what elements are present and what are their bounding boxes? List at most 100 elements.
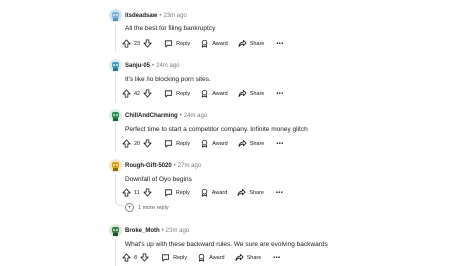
avatar[interactable] [109,159,122,172]
more-options-icon[interactable]: ••• [276,91,283,97]
avatar[interactable] [109,109,122,122]
comment-meta: Sanju-05 • 24m ago [125,62,179,70]
vote-score: 20 [134,140,141,147]
reply-button[interactable]: Reply [164,39,190,48]
share-icon [238,39,247,48]
comment-meta: Broke_Moth • 23m ago [125,227,189,235]
separator-dot: • [179,113,182,119]
avatar[interactable] [109,9,122,22]
award-button[interactable]: Award [200,139,228,148]
award-label: Award [209,254,225,261]
avatar[interactable] [109,224,122,237]
reply-label: Reply [176,40,191,47]
thread-line[interactable] [115,24,116,52]
reply-icon [165,140,173,148]
award-button[interactable]: Award [197,253,225,262]
share-button[interactable]: Share [238,139,264,148]
award-icon [201,139,208,148]
comment-meta: itsdeadsaw • 23m ago [125,12,187,20]
share-button[interactable]: Share [235,253,262,262]
award-icon [198,253,205,262]
share-button[interactable]: Share [238,89,265,98]
share-icon [238,139,247,148]
thread-branch [115,197,124,206]
downvote-icon[interactable] [140,253,149,262]
avatar[interactable] [109,59,122,72]
downvote-icon[interactable] [143,188,152,197]
award-label: Award [212,90,228,97]
award-label: Award [211,189,228,196]
more-options-icon[interactable]: ••• [276,41,283,47]
username[interactable]: ChillAndCharming [125,113,178,119]
more-options-icon[interactable]: ••• [273,255,280,261]
reply-icon [165,40,173,48]
thread-line[interactable] [115,124,116,152]
username[interactable]: Rough-Gift-5020 [125,163,172,169]
vote-score: 11 [134,189,140,196]
award-label: Award [212,140,228,147]
more-options-icon[interactable]: ••• [276,141,283,147]
comment-body: Perfect time to start a competitor compa… [125,126,308,133]
award-icon [201,89,208,98]
thread-line[interactable] [115,74,116,102]
award-icon [201,39,208,48]
snoo-avatar-icon [109,109,122,122]
username[interactable]: Sanju-05 [125,63,150,69]
upvote-icon[interactable] [122,139,131,148]
share-icon [237,188,246,197]
award-label: Award [212,40,228,47]
thread-line[interactable] [115,174,116,198]
share-label: Share [246,254,262,261]
timestamp[interactable]: 24m ago [156,63,179,69]
award-button[interactable]: Award [200,188,228,197]
vote-group: 23 [122,39,154,48]
comment-body: All the best for filing bankruptcy [125,25,216,32]
comment-meta: ChillAndCharming • 24m ago [125,112,207,120]
reply-button[interactable]: Reply [161,253,187,262]
award-button[interactable]: Award [200,89,228,98]
vote-score: 23 [134,40,141,47]
reply-icon [164,189,172,197]
comment-actions: 20 Reply Award Share ••• [122,138,284,149]
vote-group: 8 [122,253,151,262]
reply-button[interactable]: Reply [164,139,190,148]
more-replies-button[interactable]: + 1 more reply [125,203,169,212]
vote-score: 42 [134,90,141,97]
comment-actions: 23 Reply Award Share ••• [122,38,284,49]
timestamp[interactable]: 23m ago [166,228,189,234]
award-button[interactable]: Award [200,39,228,48]
timestamp[interactable]: 24m ago [184,113,207,119]
username[interactable]: itsdeadsaw [125,13,157,19]
timestamp[interactable]: 27m ago [178,163,201,169]
vote-group: 11 [122,188,154,197]
upvote-icon[interactable] [122,89,131,98]
downvote-icon[interactable] [143,39,152,48]
thread-line[interactable] [115,239,116,266]
downvote-icon[interactable] [143,139,152,148]
downvote-icon[interactable] [143,89,152,98]
more-options-icon[interactable]: ••• [276,190,283,196]
reply-button[interactable]: Reply [164,89,190,98]
comment-meta: Rough-Gift-5020 • 27m ago [125,162,201,170]
comment-actions: 42 Reply Award Share ••• [122,88,284,99]
vote-group: 20 [122,139,154,148]
snoo-avatar-icon [109,59,122,72]
upvote-icon[interactable] [122,188,131,197]
share-button[interactable]: Share [238,39,264,48]
share-icon [238,89,247,98]
upvote-icon[interactable] [122,39,131,48]
award-icon [201,188,208,197]
reply-label: Reply [173,254,188,261]
timestamp[interactable]: 23m ago [163,13,186,19]
vote-group: 42 [122,89,154,98]
share-label: Share [249,90,265,97]
comment-body: It's like /io blocking porn sites. [125,76,211,83]
username[interactable]: Broke_Moth [125,228,160,234]
reply-button[interactable]: Reply [164,188,190,197]
share-button[interactable]: Share [237,188,264,197]
reply-label: Reply [175,189,190,196]
snoo-avatar-icon [109,9,122,22]
upvote-icon[interactable] [122,253,131,262]
comment-actions: 11 Reply Award Share ••• [122,187,283,198]
separator-dot: • [159,13,162,19]
